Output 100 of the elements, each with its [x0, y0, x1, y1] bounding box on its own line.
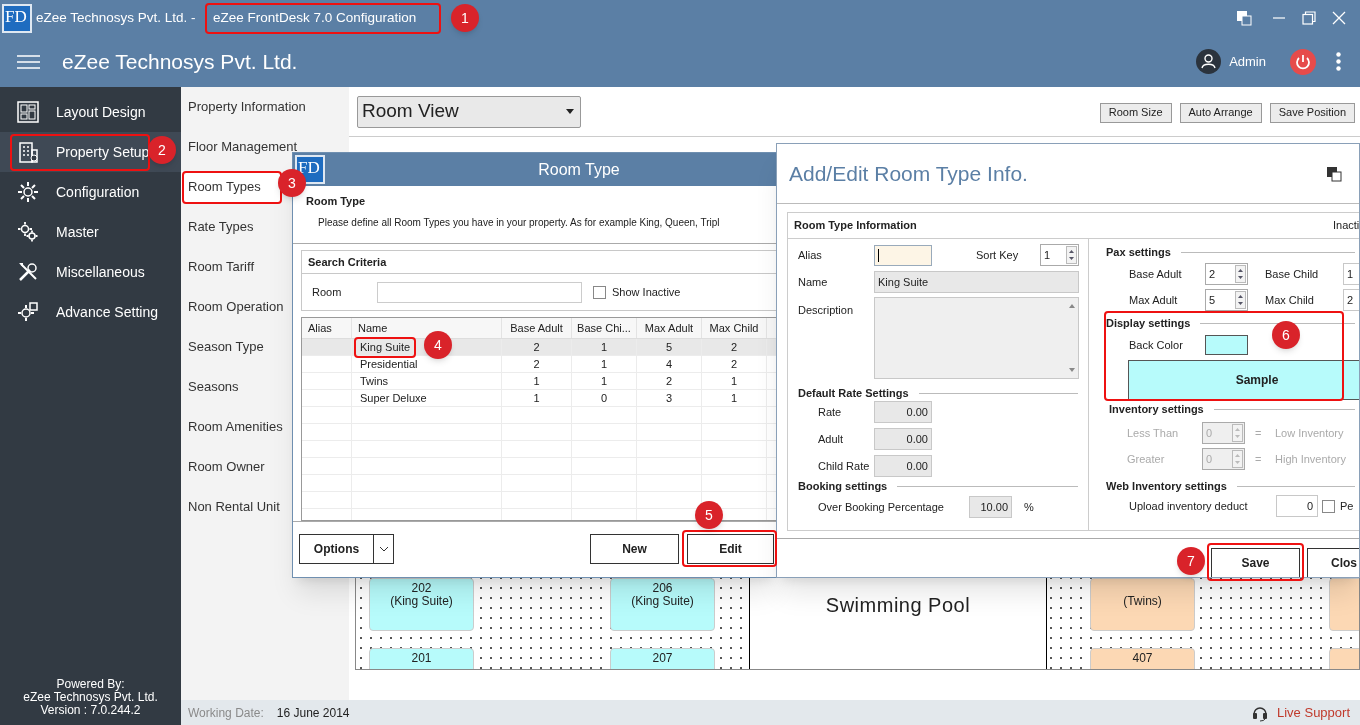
field-label: Description	[798, 303, 855, 318]
input-field[interactable]: 0	[1276, 495, 1318, 517]
number-spinner[interactable]: 5	[1205, 289, 1248, 311]
dialog-title: Room Type	[538, 159, 620, 180]
restore-icon[interactable]	[1302, 11, 1316, 25]
table-cell-text: Twins	[360, 373, 389, 389]
room-tile[interactable]: 202 (King Suite)	[369, 578, 474, 631]
table-row[interactable]: Twins 1 1 2 1	[302, 373, 776, 390]
room-tile[interactable]: 201	[369, 648, 474, 669]
table-cell-text: Presidential	[360, 356, 418, 372]
room-number: 201	[411, 652, 432, 665]
field-label: Max Adult	[1129, 292, 1179, 308]
room-type: (King Suite)	[631, 595, 694, 608]
toolbar-button[interactable]: Save Position	[1269, 102, 1355, 123]
close-button[interactable]: Clos	[1307, 548, 1359, 577]
section-heading: Booking settings	[798, 478, 888, 494]
column-header[interactable]: Base Chi...	[572, 318, 637, 338]
checkbox-label: Pe	[1340, 498, 1354, 514]
section-heading: Display settings	[1106, 315, 1191, 331]
room-tile[interactable]: (Twins)	[1090, 578, 1195, 631]
save-button[interactable]: Save	[1211, 548, 1300, 577]
field-label: Alias	[798, 247, 823, 263]
color-swatch[interactable]	[1205, 335, 1248, 355]
gear-icon	[17, 181, 39, 203]
table-cell-text: 1	[730, 373, 738, 389]
search-field[interactable]	[377, 281, 582, 303]
input-field[interactable]: 10.00	[969, 496, 1012, 518]
submenu-item[interactable]: Room Amenities	[181, 420, 283, 434]
input-field[interactable]: 0.00	[874, 428, 932, 450]
toolbar-button[interactable]: Auto Arrange	[1179, 102, 1262, 123]
room-tile[interactable]: 407	[1090, 648, 1195, 669]
section-heading: Default Rate Settings	[798, 385, 909, 401]
sidebar-item[interactable]: Advance Setting	[0, 292, 181, 332]
column-header[interactable]: Max Child	[702, 318, 767, 338]
room-number: 207	[652, 652, 673, 665]
submenu-item[interactable]: Room Operation	[181, 300, 284, 314]
checkbox[interactable]	[1322, 499, 1335, 513]
footer-text: Version : 7.0.244.2	[40, 704, 141, 717]
column-header[interactable]: Base Adult	[502, 318, 572, 338]
input-field[interactable]	[874, 244, 932, 266]
submenu-item[interactable]: Rate Types	[181, 220, 254, 234]
field-label: Greater	[1127, 451, 1166, 467]
section-heading: Pax settings	[1106, 244, 1171, 260]
table-cell-text: 4	[665, 356, 673, 372]
submenu-item[interactable]: Property Information	[181, 100, 306, 114]
checkbox[interactable]	[593, 285, 606, 299]
table-row[interactable]: Presidential 2 1 4 2	[302, 356, 776, 373]
submenu-item[interactable]: Non Rental Unit	[181, 500, 280, 514]
options-button[interactable]: Options	[299, 534, 394, 564]
gear-puzzle-icon	[17, 301, 39, 323]
table-cell-text: King Suite	[360, 339, 411, 355]
submenu-item[interactable]: Season Type	[181, 340, 264, 354]
number-spinner[interactable]: 2	[1205, 263, 1248, 285]
submenu-item[interactable]: Room Tariff	[181, 260, 254, 274]
column-header[interactable]: Max Adult	[637, 318, 702, 338]
edit-button[interactable]: Edit	[687, 534, 774, 564]
room-tile[interactable]: 206 (King Suite)	[610, 578, 715, 631]
table-cell-text: 1	[730, 390, 738, 406]
table-row[interactable]: Super Deluxe 1 0 3 1	[302, 390, 776, 407]
input-field[interactable]: 1	[1343, 263, 1359, 285]
translate-icon[interactable]	[1326, 165, 1342, 182]
sidebar-item[interactable]: Master	[0, 212, 181, 252]
sidebar-item[interactable]: Configuration	[0, 172, 181, 212]
spin-arrows-icon	[1066, 246, 1077, 264]
input-field[interactable]: King Suite	[874, 271, 1079, 293]
table-cell-text: 1	[600, 339, 608, 355]
room-tile[interactable]: 207	[610, 648, 715, 669]
user-avatar-icon[interactable]	[1196, 49, 1222, 74]
field-label: Base Adult	[1129, 266, 1183, 282]
footer-text: Powered By:	[56, 678, 125, 691]
submenu-item[interactable]: Floor Management	[181, 140, 298, 154]
power-icon[interactable]	[1290, 48, 1316, 75]
number-spinner[interactable]: 1	[1040, 244, 1079, 266]
more-icon[interactable]	[1336, 52, 1341, 71]
dialog-title: Add/Edit Room Type Info.	[789, 160, 1028, 187]
table-cell-text: 2	[730, 339, 738, 355]
menu-icon[interactable]	[17, 53, 40, 70]
sidebar-item[interactable]: Miscellaneous	[0, 252, 181, 292]
input-field[interactable]: 0.00	[874, 455, 932, 477]
submenu-item[interactable]: Seasons	[181, 380, 239, 394]
field-label: High Inventory	[1275, 451, 1346, 467]
submenu-item[interactable]: Room Owner	[181, 460, 265, 474]
column-header[interactable]: Alias	[302, 318, 352, 338]
input-field[interactable]: 0.00	[874, 401, 932, 423]
live-support-link[interactable]: Live Support	[1277, 702, 1350, 723]
close-icon[interactable]	[1332, 11, 1346, 25]
section-heading: Search Criteria	[308, 254, 387, 270]
spin-arrows-icon	[1235, 265, 1246, 283]
submenu-item[interactable]: Room Types	[181, 171, 281, 203]
toolbar-button[interactable]: Room Size	[1099, 102, 1172, 123]
field-label: Max Child	[1265, 292, 1315, 308]
input-field[interactable]: 2	[1343, 289, 1359, 311]
field-label: Sort Key	[976, 247, 1020, 263]
sample-button[interactable]: Sample	[1128, 360, 1359, 400]
table-cell-text: 2	[730, 356, 738, 372]
sidebar-item[interactable]: Layout Design	[0, 92, 181, 132]
chevron-down-icon	[378, 546, 389, 552]
new-button[interactable]: New	[590, 534, 679, 564]
table-cell-text: 1	[600, 356, 608, 372]
view-dropdown[interactable]: Room View	[357, 95, 581, 128]
